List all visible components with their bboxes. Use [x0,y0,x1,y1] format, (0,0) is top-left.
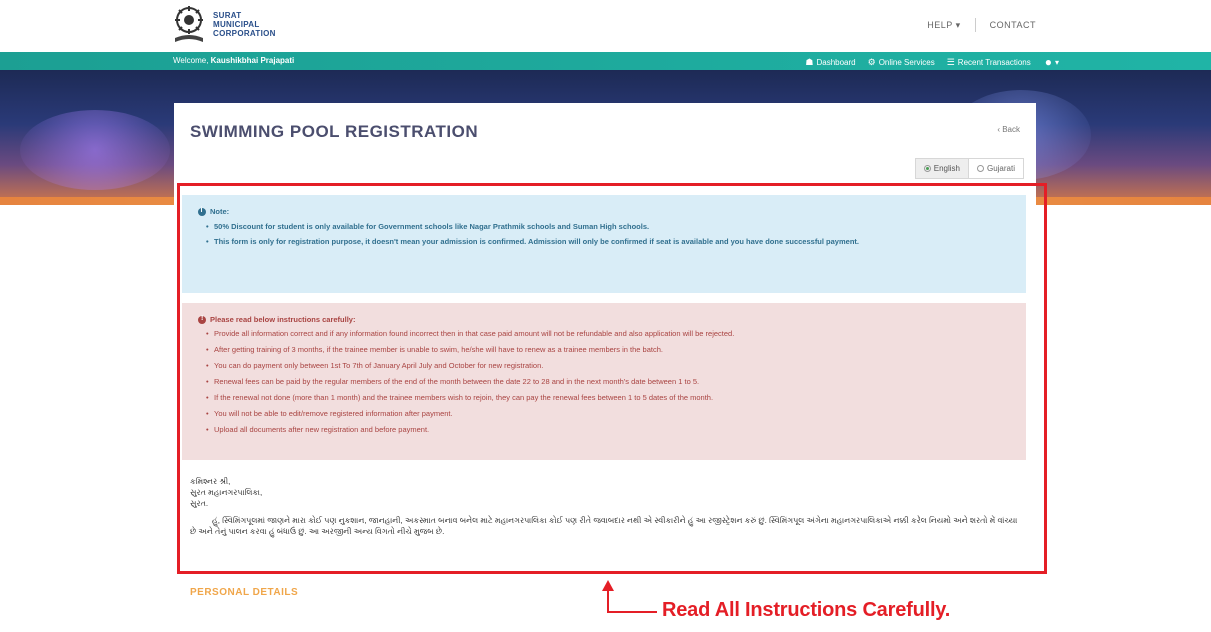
nav-dashboard[interactable]: ☗ Dashboard [805,57,855,68]
dashboard-icon: ☗ [805,56,814,67]
nav-links: ☗ Dashboard ⚙ Online Services ☰ Recent T… [805,55,1059,69]
main-navbar: Welcome, Kaushikbhai Prajapati ☗ Dashboa… [0,52,1211,70]
nav-recent-transactions[interactable]: ☰ Recent Transactions [947,57,1031,68]
welcome-text: Welcome, Kaushikbhai Prajapati [173,56,294,65]
annotation-text: Read All Instructions Carefully. [662,599,951,621]
top-header: SURAT MUNICIPAL CORPORATION HELP ▾ CONTA… [0,0,1211,52]
lang-option-gujarati[interactable]: Gujarati [969,159,1023,178]
nav-online-services[interactable]: ⚙ Online Services [868,57,935,68]
caret-down-icon: ▾ [955,19,961,30]
page-title: SWIMMING POOL REGISTRATION [190,122,479,141]
personal-details-heading: PERSONAL DETAILS [190,587,299,598]
language-toggle: English Gujarati [914,158,1024,179]
caret-down-icon: ▾ [1054,57,1059,67]
nav-dashboard-label: Dashboard [816,57,856,67]
smc-logo[interactable]: SURAT MUNICIPAL CORPORATION [173,4,276,44]
radio-unselected-icon [976,165,984,172]
emblem-icon [173,4,209,44]
nav-recent-transactions-label: Recent Transactions [957,57,1031,67]
arrow-line [607,590,609,613]
hero-glow [20,110,170,190]
lang-english-label: English [933,164,960,173]
highlight-box [177,183,1047,574]
help-menu[interactable]: HELP ▾ [927,20,960,31]
arrow-line [607,611,657,613]
lang-option-english[interactable]: English [915,159,969,178]
logo-line-3: CORPORATION [213,28,276,38]
logo-line-2: MUNICIPAL [213,19,260,29]
list-icon: ☰ [946,56,955,67]
top-links: HELP ▾ CONTACT [927,18,1036,32]
help-label: HELP [927,19,953,30]
user-menu[interactable]: ● ▾ [1043,55,1059,69]
logo-text: SURAT MUNICIPAL CORPORATION [213,11,276,38]
gear-icon: ⚙ [867,56,876,67]
nav-online-services-label: Online Services [878,57,935,67]
user-circle-icon: ● [1044,55,1052,69]
user-name: Kaushikbhai Prajapati [210,56,295,65]
welcome-prefix: Welcome, [173,56,209,65]
contact-link[interactable]: CONTACT [990,20,1036,30]
back-link[interactable]: ‹ Back [997,125,1020,134]
radio-selected-icon [923,165,931,172]
divider [974,18,976,32]
logo-line-1: SURAT [213,10,242,20]
lang-gujarati-label: Gujarati [986,164,1015,173]
